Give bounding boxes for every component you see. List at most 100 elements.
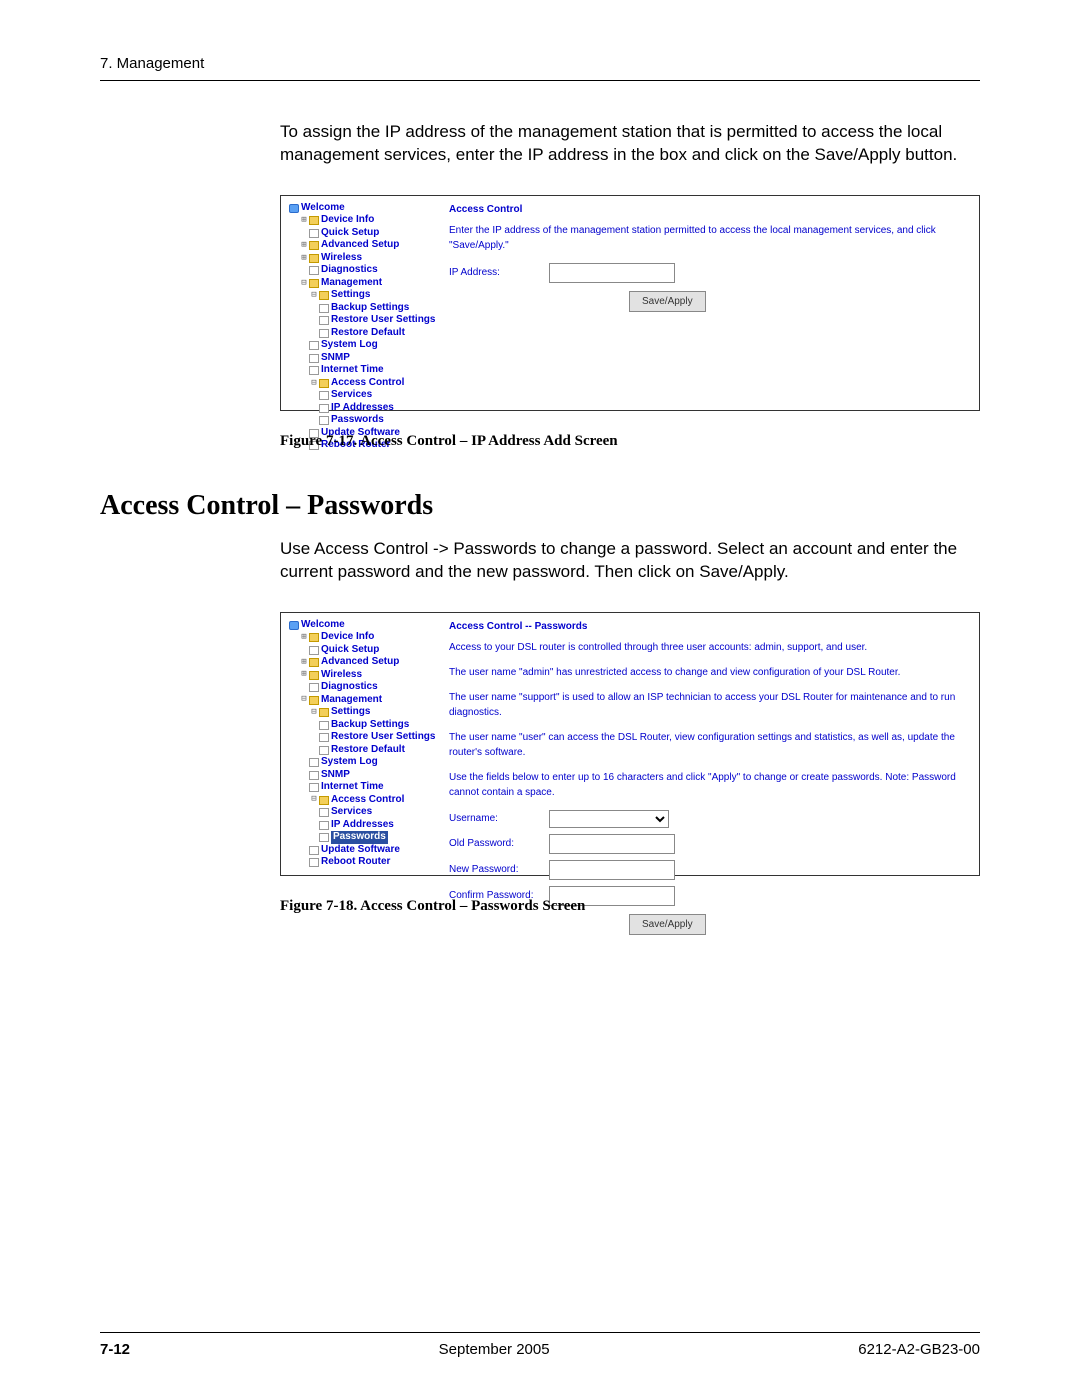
panel-title: Access Control (449, 202, 971, 217)
file-icon (309, 758, 319, 767)
nav-diagnostics[interactable]: Diagnostics (321, 264, 378, 277)
nav-advanced-setup[interactable]: Advanced Setup (321, 239, 399, 252)
nav-advanced-setup[interactable]: Advanced Setup (321, 656, 399, 669)
nav-ip-addresses[interactable]: IP Addresses (331, 402, 394, 415)
page-number: 7-12 (100, 1341, 130, 1358)
intro-paragraph-2: Use Access Control -> Passwords to chang… (280, 538, 980, 584)
nav-device-info[interactable]: Device Info (321, 214, 374, 227)
new-password-input[interactable] (549, 860, 675, 880)
new-password-label: New Password: (449, 862, 549, 877)
content-pane: Access Control -- Passwords Access to yo… (437, 619, 971, 867)
expander-icon[interactable]: ⊞ (299, 669, 309, 680)
save-apply-button[interactable]: Save/Apply (629, 914, 706, 935)
save-apply-button[interactable]: Save/Apply (629, 291, 706, 312)
nav-tree: Welcome ⊞ Device Info Quick Setup ⊞ Advanc… (289, 619, 437, 867)
expander-icon[interactable]: ⊟ (309, 794, 319, 805)
nav-ip-addresses[interactable]: IP Addresses (331, 819, 394, 832)
nav-quick-setup[interactable]: Quick Setup (321, 644, 379, 657)
old-password-label: Old Password: (449, 836, 549, 851)
nav-restore-default[interactable]: Restore Default (331, 744, 405, 757)
folder-icon (319, 291, 329, 300)
nav-backup-settings[interactable]: Backup Settings (331, 302, 409, 315)
nav-restore-user[interactable]: Restore User Settings (331, 314, 435, 327)
file-icon (319, 404, 329, 413)
expander-icon[interactable]: ⊞ (299, 657, 309, 668)
nav-settings[interactable]: Settings (331, 289, 370, 302)
nav-internet-time[interactable]: Internet Time (321, 781, 384, 794)
nav-device-info[interactable]: Device Info (321, 631, 374, 644)
file-icon (309, 354, 319, 363)
panel-p1: Access to your DSL router is controlled … (449, 640, 971, 655)
nav-reboot-router[interactable]: Reboot Router (321, 856, 390, 869)
content-pane: Access Control Enter the IP address of t… (437, 202, 971, 402)
nav-passwords[interactable]: Passwords (331, 831, 388, 844)
nav-welcome[interactable]: Welcome (301, 202, 345, 215)
file-icon (319, 721, 329, 730)
nav-restore-default[interactable]: Restore Default (331, 327, 405, 340)
expander-icon[interactable]: ⊞ (299, 253, 309, 264)
expander-icon[interactable]: ⊞ (299, 215, 309, 226)
nav-wireless[interactable]: Wireless (321, 252, 362, 265)
nav-management[interactable]: Management (321, 694, 382, 707)
file-icon (309, 683, 319, 692)
file-icon (319, 821, 329, 830)
username-label: Username: (449, 811, 549, 826)
expander-icon[interactable]: ⊟ (299, 278, 309, 289)
nav-wireless[interactable]: Wireless (321, 669, 362, 682)
intro-paragraph-1: To assign the IP address of the manageme… (280, 121, 980, 167)
nav-system-log[interactable]: System Log (321, 339, 378, 352)
nav-internet-time[interactable]: Internet Time (321, 364, 384, 377)
file-icon (319, 833, 329, 842)
header-rule (100, 80, 980, 81)
file-icon (309, 266, 319, 275)
nav-update-software[interactable]: Update Software (321, 844, 400, 857)
expander-icon[interactable]: ⊞ (299, 240, 309, 251)
figure-17-screenshot: Welcome ⊞ Device Info Quick Setup ⊞ Advanc… (280, 195, 980, 411)
file-icon (309, 366, 319, 375)
nav-access-control[interactable]: Access Control (331, 794, 404, 807)
nav-services[interactable]: Services (331, 806, 372, 819)
file-icon (309, 646, 319, 655)
expander-icon[interactable]: ⊟ (299, 694, 309, 705)
nav-snmp[interactable]: SNMP (321, 352, 350, 365)
nav-settings[interactable]: Settings (331, 706, 370, 719)
expander-icon[interactable]: ⊟ (309, 290, 319, 301)
globe-icon (289, 621, 299, 630)
nav-management[interactable]: Management (321, 277, 382, 290)
file-icon (319, 746, 329, 755)
file-icon (319, 329, 329, 338)
ip-address-input[interactable] (549, 263, 675, 283)
nav-snmp[interactable]: SNMP (321, 769, 350, 782)
footer-date: September 2005 (439, 1341, 550, 1358)
nav-access-control[interactable]: Access Control (331, 377, 404, 390)
expander-icon[interactable]: ⊟ (309, 707, 319, 718)
nav-system-log[interactable]: System Log (321, 756, 378, 769)
nav-welcome[interactable]: Welcome (301, 619, 345, 632)
nav-services[interactable]: Services (331, 389, 372, 402)
folder-icon (309, 696, 319, 705)
file-icon (309, 783, 319, 792)
file-icon (309, 229, 319, 238)
file-icon (319, 733, 329, 742)
nav-passwords[interactable]: Passwords (331, 414, 384, 427)
file-icon (319, 391, 329, 400)
folder-icon (309, 279, 319, 288)
nav-restore-user[interactable]: Restore User Settings (331, 731, 435, 744)
globe-icon (289, 204, 299, 213)
nav-backup-settings[interactable]: Backup Settings (331, 719, 409, 732)
nav-quick-setup[interactable]: Quick Setup (321, 227, 379, 240)
panel-text: Enter the IP address of the management s… (449, 223, 971, 253)
file-icon (309, 846, 319, 855)
nav-diagnostics[interactable]: Diagnostics (321, 681, 378, 694)
old-password-input[interactable] (549, 834, 675, 854)
expander-icon[interactable]: ⊞ (299, 632, 309, 643)
panel-p3: The user name "support" is used to allow… (449, 690, 971, 720)
folder-icon (309, 216, 319, 225)
file-icon (319, 316, 329, 325)
folder-icon (319, 796, 329, 805)
file-icon (319, 808, 329, 817)
folder-icon (319, 708, 329, 717)
username-select[interactable] (549, 810, 669, 828)
nav-tree: Welcome ⊞ Device Info Quick Setup ⊞ Advanc… (289, 202, 437, 402)
expander-icon[interactable]: ⊟ (309, 378, 319, 389)
